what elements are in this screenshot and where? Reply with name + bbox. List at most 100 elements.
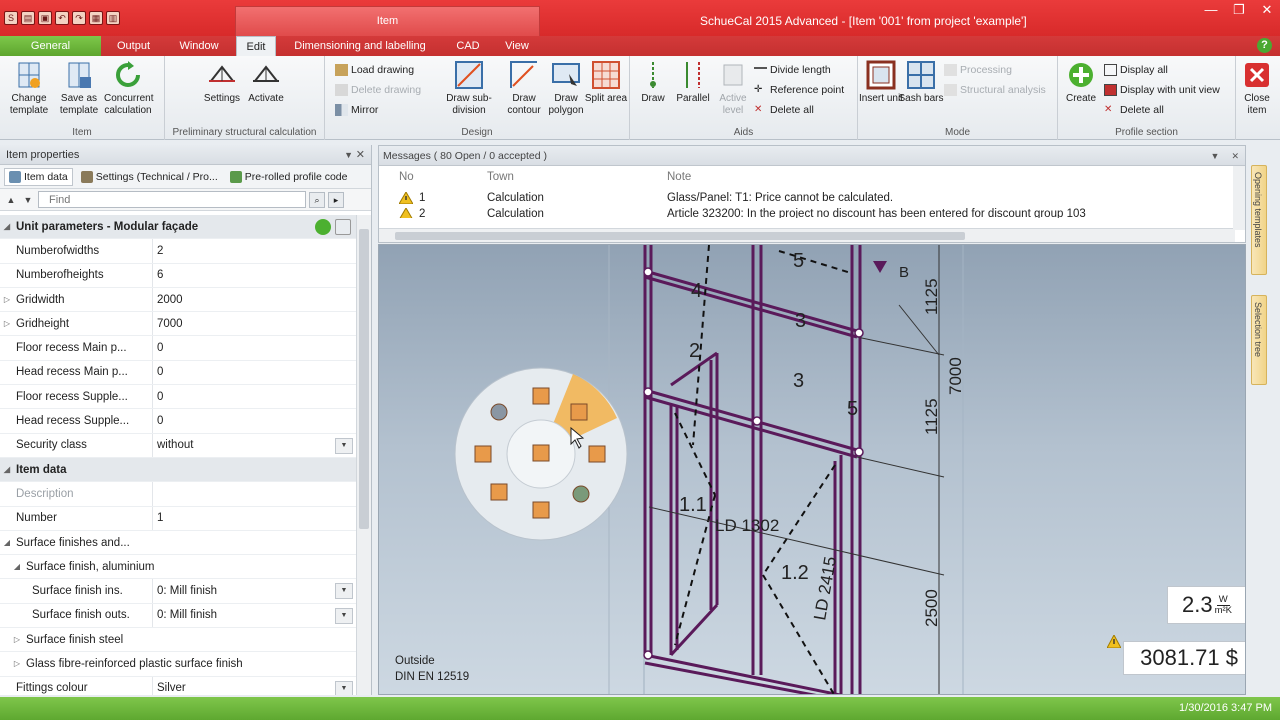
- tab-cad[interactable]: CAD: [448, 36, 488, 56]
- bottom-view-icon[interactable]: [532, 501, 550, 519]
- property-row-fittings-colour[interactable]: Fittings colour Silver ▼: [0, 676, 357, 695]
- tab-pre-rolled-profile[interactable]: Pre-rolled profile code: [226, 169, 352, 185]
- scrollbar-thumb[interactable]: [359, 229, 369, 529]
- tab-edit[interactable]: Edit: [236, 36, 276, 56]
- close-window-button[interactable]: ✕: [1260, 2, 1274, 18]
- expand-icon[interactable]: ▷: [0, 319, 14, 328]
- open-icon[interactable]: ▤: [21, 11, 35, 25]
- column-town[interactable]: Town: [487, 171, 667, 183]
- tab-output[interactable]: Output: [106, 36, 161, 56]
- find-input[interactable]: [38, 191, 306, 208]
- column-no[interactable]: No: [379, 171, 487, 183]
- reference-point-button[interactable]: ✛ Reference point: [754, 84, 844, 96]
- tab-view[interactable]: View: [496, 36, 538, 56]
- rotate-view-icon[interactable]: [572, 485, 590, 503]
- processing-button[interactable]: Processing: [944, 64, 1012, 76]
- print-icon[interactable]: ▦: [89, 11, 103, 25]
- help-icon[interactable]: ?: [1257, 38, 1272, 53]
- create-button[interactable]: Create: [1056, 60, 1106, 105]
- app-icon[interactable]: S: [4, 11, 18, 25]
- dropdown-arrow-icon[interactable]: ▼: [335, 680, 353, 695]
- opening-templates-tab[interactable]: Opening templates: [1251, 165, 1267, 275]
- message-row[interactable]: 2 Calculation Article 323200: In the pro…: [379, 208, 1245, 218]
- delete-drawing-button[interactable]: Delete drawing: [335, 84, 421, 96]
- design-viewport[interactable]: 5 4 3 2 3 5 1.1 1.2 LD 1302 LD 2415 B 11…: [378, 244, 1246, 695]
- mirror-button[interactable]: Mirror: [335, 104, 378, 116]
- find-next-button[interactable]: ▸: [328, 191, 344, 208]
- concurrent-calculation-button[interactable]: Concurrent calculation: [104, 60, 153, 117]
- pin-icon[interactable]: ▼: [1211, 146, 1220, 166]
- activate-button[interactable]: Activate: [241, 60, 291, 105]
- property-row[interactable]: Numberofheights 6: [0, 263, 357, 288]
- selection-tree-tab[interactable]: Selection tree: [1251, 295, 1267, 385]
- settings-button[interactable]: Settings: [197, 60, 247, 105]
- display-with-unit-view-button[interactable]: Display with unit view: [1104, 84, 1220, 96]
- section-item-data[interactable]: ◢ Item data: [0, 457, 357, 483]
- save-icon[interactable]: ▣: [38, 11, 52, 25]
- maximize-button[interactable]: ❐: [1232, 2, 1246, 18]
- save-as-template-button[interactable]: Save as template: [54, 60, 104, 117]
- change-template-button[interactable]: Change template: [4, 60, 54, 117]
- property-scrollbar[interactable]: [356, 215, 371, 695]
- right-view-icon[interactable]: [588, 445, 606, 463]
- expand-icon[interactable]: ▷: [0, 295, 14, 304]
- top-view-icon[interactable]: [532, 387, 550, 405]
- property-row-finish-inside[interactable]: Surface finish ins. 0: Mill finish ▼: [0, 579, 357, 604]
- structural-analysis-button[interactable]: Structural analysis: [944, 84, 1046, 96]
- property-row-security-class[interactable]: Security class without ▼: [0, 433, 357, 458]
- property-row[interactable]: ▷ Gridwidth 2000: [0, 287, 357, 313]
- expand-icon[interactable]: ▷: [0, 659, 24, 668]
- left-view-icon[interactable]: [474, 445, 492, 463]
- close-panel-icon[interactable]: ✕: [356, 145, 365, 165]
- collapse-icon[interactable]: ◢: [0, 222, 14, 231]
- tab-settings-technical[interactable]: Settings (Technical / Pro...: [77, 169, 222, 185]
- front-view-icon[interactable]: [532, 444, 550, 462]
- grid-icon[interactable]: ▥: [106, 11, 120, 25]
- view-orientation-wheel[interactable]: [453, 366, 629, 542]
- pin-icon[interactable]: ▼: [344, 145, 353, 165]
- close-item-button[interactable]: Close item: [1236, 60, 1278, 117]
- split-area-button[interactable]: Split area: [581, 60, 631, 105]
- group-surface-finish-aluminium[interactable]: ◢ Surface finish, aluminium: [0, 555, 357, 580]
- undo-icon[interactable]: ↶: [55, 11, 69, 25]
- close-panel-icon[interactable]: ✕: [1231, 146, 1239, 166]
- expand-icon[interactable]: ▷: [0, 635, 24, 644]
- iso-left-view-icon[interactable]: [490, 483, 508, 501]
- message-row[interactable]: 1 Calculation Glass/Panel: T1: Price can…: [379, 188, 1245, 208]
- iso-right-view-icon[interactable]: [570, 403, 588, 421]
- dropdown-arrow-icon[interactable]: ▼: [335, 607, 353, 624]
- property-row[interactable]: Floor recess Supple... 0: [0, 385, 357, 410]
- wrench-icon[interactable]: [335, 219, 351, 235]
- collapse-icon[interactable]: ◢: [0, 538, 14, 547]
- delete-aids-button[interactable]: ✕ Delete all: [754, 104, 814, 116]
- property-row[interactable]: ▷ Gridheight 7000: [0, 312, 357, 337]
- property-row[interactable]: Floor recess Main p... 0: [0, 336, 357, 361]
- messages-horizontal-scrollbar[interactable]: [379, 228, 1235, 242]
- camera-view-icon[interactable]: [490, 403, 508, 421]
- dropdown-arrow-icon[interactable]: ▼: [335, 437, 353, 454]
- column-note[interactable]: Note: [667, 171, 1245, 183]
- section-unit-parameters[interactable]: ◢ Unit parameters - Modular façade: [0, 215, 357, 240]
- load-drawing-button[interactable]: Load drawing: [335, 64, 414, 76]
- property-row[interactable]: Head recess Supple... 0: [0, 409, 357, 434]
- active-level-button[interactable]: Active level: [708, 60, 758, 117]
- dropdown-arrow-icon[interactable]: ▼: [335, 583, 353, 600]
- property-row-number[interactable]: Number 1: [0, 506, 357, 531]
- search-button[interactable]: ⌕: [309, 191, 325, 208]
- group-gfrp-surface-finish[interactable]: ▷ Glass fibre-reinforced plastic surface …: [0, 652, 357, 677]
- property-row[interactable]: Head recess Main p... 0: [0, 360, 357, 386]
- collapse-icon[interactable]: ◢: [0, 465, 14, 474]
- tab-item-data[interactable]: Item data: [4, 167, 73, 186]
- tab-general[interactable]: General: [0, 36, 101, 56]
- divide-length-button[interactable]: Divide length: [754, 64, 831, 76]
- group-surface-finish-steel[interactable]: ▷ Surface finish steel: [0, 628, 357, 653]
- tab-dimensioning[interactable]: Dimensioning and labelling: [285, 36, 435, 56]
- messages-vertical-scrollbar[interactable]: [1233, 166, 1245, 230]
- property-row-finish-outside[interactable]: Surface finish outs. 0: Mill finish ▼: [0, 603, 357, 629]
- tab-window[interactable]: Window: [170, 36, 228, 56]
- sort-icon[interactable]: ▲: [4, 193, 18, 207]
- filter-icon[interactable]: ▼: [21, 193, 35, 207]
- scrollbar-thumb[interactable]: [395, 232, 965, 240]
- property-row-description[interactable]: Description: [0, 482, 357, 507]
- sash-bars-button[interactable]: Sash bars: [896, 60, 946, 105]
